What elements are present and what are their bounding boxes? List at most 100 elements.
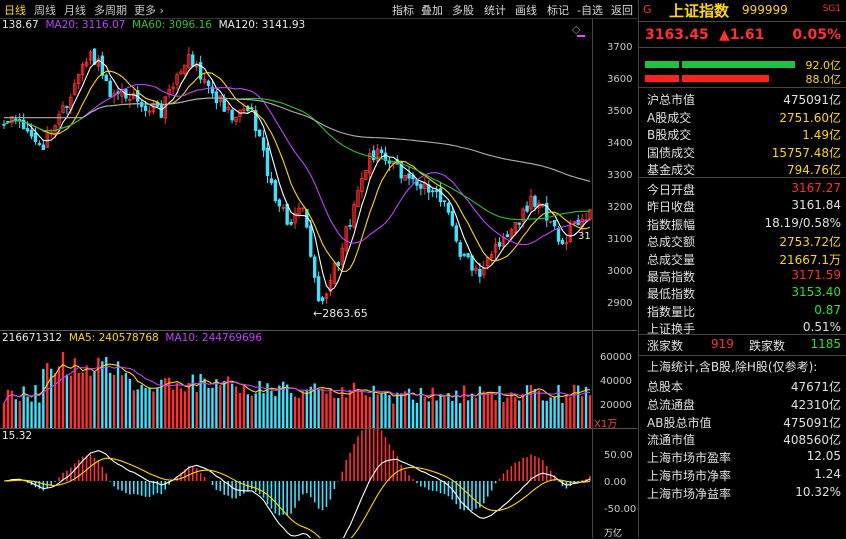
volume-chart[interactable]: 60000 40000 20000 bbox=[0, 331, 637, 428]
volume-bar bbox=[352, 382, 356, 428]
candle-body bbox=[442, 200, 447, 203]
macd-pane[interactable]: 15.32 50.00 0.00 -50.00 万亿 bbox=[0, 429, 637, 539]
candle-body bbox=[533, 195, 537, 207]
candle-body bbox=[265, 147, 270, 177]
volume-pane[interactable]: 216671312 MA5: 240578768 MA10: 244769696… bbox=[0, 331, 637, 430]
multi-stock-button[interactable]: 多股 bbox=[452, 2, 474, 18]
volume-bar bbox=[427, 401, 430, 428]
statistics-button[interactable]: 统计 bbox=[484, 2, 506, 18]
candle-body bbox=[206, 80, 211, 87]
volume-axis-label: 20000 bbox=[600, 400, 632, 411]
outflow-bar bbox=[645, 75, 769, 82]
macd-chart[interactable]: 50.00 0.00 -50.00 bbox=[0, 429, 637, 538]
stat-label: 今日开盘 bbox=[647, 183, 696, 197]
stat-row: 基金成交 794.76亿 bbox=[639, 160, 846, 177]
volume-bar bbox=[289, 393, 293, 428]
volume-bar bbox=[447, 393, 450, 428]
stat-label: 昨日收盘 bbox=[647, 200, 696, 215]
candle-body bbox=[348, 225, 352, 227]
candle-body bbox=[505, 234, 510, 238]
volume-bar bbox=[474, 397, 478, 428]
volume-bar bbox=[580, 396, 584, 428]
volume-bar bbox=[262, 393, 265, 428]
volume-bar bbox=[360, 391, 364, 428]
index-name: 上证指数 bbox=[669, 2, 730, 20]
candle-body bbox=[191, 54, 195, 67]
volume-bar bbox=[423, 396, 427, 428]
volume-bar bbox=[219, 385, 222, 428]
ma20-line bbox=[3, 83, 591, 246]
volume-bar bbox=[325, 393, 328, 428]
volume-bar bbox=[333, 397, 336, 428]
kline-pane[interactable]: 138.67 MA20: 3116.07 MA60: 3096.16 MA120… bbox=[0, 19, 637, 330]
volume-bar bbox=[435, 400, 438, 428]
volume-bar bbox=[211, 387, 214, 428]
volume-bar bbox=[565, 394, 568, 428]
volume-bar bbox=[455, 390, 458, 428]
outflow-value: 88.0亿 bbox=[805, 73, 842, 86]
stat-label: 总成交量 bbox=[647, 252, 696, 267]
volume-bar bbox=[348, 389, 352, 428]
volume-bar bbox=[396, 392, 399, 428]
candle-body bbox=[320, 297, 325, 302]
volume-bar bbox=[529, 384, 533, 428]
volume-bar bbox=[545, 400, 548, 428]
stat-value: 475091亿 bbox=[783, 415, 841, 430]
price-axis-label: 3400 bbox=[607, 138, 632, 149]
volume-bar bbox=[494, 400, 497, 428]
candle-body bbox=[257, 129, 262, 137]
volume-bar bbox=[285, 384, 289, 428]
volume-bar bbox=[537, 390, 541, 428]
volume-bar bbox=[518, 400, 521, 428]
remove-favorite-button[interactable]: -自选 bbox=[577, 2, 603, 18]
volume-bar bbox=[502, 401, 505, 428]
volume-bar bbox=[344, 397, 348, 428]
candle-body bbox=[139, 102, 144, 107]
candle-body bbox=[143, 105, 148, 111]
stat-label: 上海市场市盈率 bbox=[647, 451, 732, 466]
stat-value: 0.87 bbox=[814, 302, 841, 317]
kline-chart[interactable]: 3700 3600 3500 3400 3300 3200 3100 3000 2900 bbox=[0, 19, 637, 330]
price-axis-label: 3200 bbox=[607, 202, 632, 213]
stat-value: 475091亿 bbox=[783, 93, 841, 107]
volume-bar bbox=[73, 358, 76, 428]
candle-body bbox=[478, 268, 482, 277]
period-multi-tab[interactable]: 多周期 bbox=[94, 2, 127, 18]
overlay-button[interactable]: 叠加 bbox=[421, 2, 443, 18]
volume-bar bbox=[380, 393, 383, 428]
back-button[interactable]: 返回 bbox=[611, 2, 633, 18]
volume-bar bbox=[124, 373, 128, 428]
dif-line bbox=[3, 450, 591, 538]
candle-body bbox=[41, 144, 46, 150]
period-month-tab[interactable]: 月线 bbox=[64, 2, 86, 18]
volume-bar bbox=[234, 386, 238, 428]
volume-bar bbox=[376, 394, 379, 428]
chart-area[interactable]: 日线 周线 月线 多周期 更多 › 指标 叠加 多股 统计 画线 标记 -自选 … bbox=[0, 0, 637, 539]
volume-bar bbox=[337, 397, 340, 428]
indicator-button[interactable]: 指标 bbox=[392, 2, 414, 18]
volume-bar bbox=[569, 396, 572, 428]
volume-bar bbox=[549, 397, 552, 428]
period-more-menu[interactable]: 更多 › bbox=[134, 2, 164, 18]
volume-bar bbox=[588, 395, 592, 428]
mark-button[interactable]: 标记 bbox=[547, 2, 569, 18]
volume-bar bbox=[18, 401, 21, 428]
ma5-line bbox=[3, 59, 591, 292]
candle-body bbox=[33, 132, 38, 142]
volume-bar bbox=[278, 385, 281, 428]
stat-value: 794.76亿 bbox=[787, 163, 841, 177]
volume-bar bbox=[321, 388, 324, 428]
candle-body bbox=[37, 143, 42, 145]
period-day-tab[interactable]: 日线 bbox=[4, 2, 26, 18]
volume-bar bbox=[466, 400, 470, 428]
volume-bar bbox=[89, 375, 92, 428]
volume-bar bbox=[152, 391, 155, 428]
candle-body bbox=[309, 225, 313, 257]
draw-line-button[interactable]: 画线 bbox=[515, 2, 537, 18]
candle-body bbox=[462, 254, 466, 256]
period-week-tab[interactable]: 周线 bbox=[34, 2, 56, 18]
stat-row: 上海市场净益率 10.32% bbox=[639, 484, 846, 501]
right-price-marker: 31 bbox=[578, 231, 591, 242]
volume-bar bbox=[317, 389, 320, 428]
volume-bar bbox=[392, 403, 395, 428]
